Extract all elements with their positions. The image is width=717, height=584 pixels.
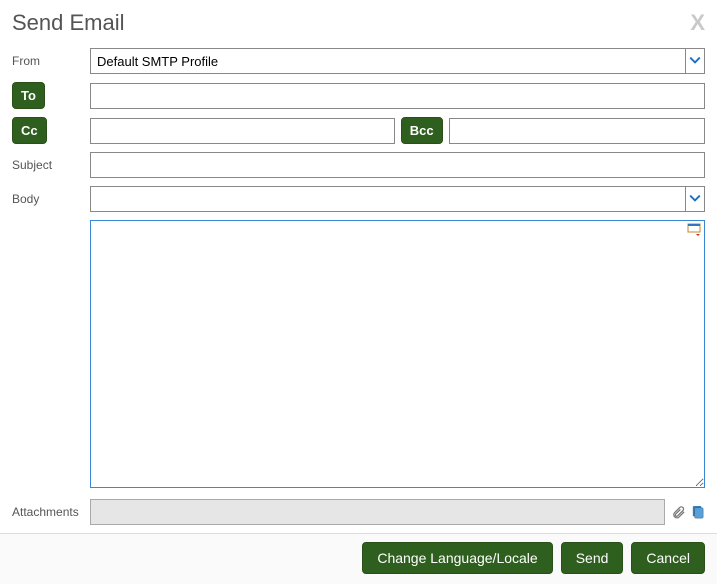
from-label: From <box>12 54 90 68</box>
copy-icon[interactable] <box>690 505 705 520</box>
from-input[interactable] <box>90 48 685 74</box>
body-row: Body <box>12 186 705 212</box>
send-button[interactable]: Send <box>561 542 624 574</box>
subject-row: Subject <box>12 152 705 178</box>
cc-button[interactable]: Cc <box>12 117 47 144</box>
to-row: To <box>12 82 705 109</box>
rich-text-toggle-icon[interactable] <box>687 223 701 237</box>
bcc-button[interactable]: Bcc <box>401 117 443 144</box>
dialog-footer: Change Language/Locale Send Cancel <box>0 533 717 584</box>
close-icon[interactable]: X <box>690 12 705 34</box>
send-email-dialog: Send Email X From To Cc <box>0 0 717 525</box>
bcc-input[interactable] <box>449 118 705 144</box>
attachments-row: Attachments <box>12 499 705 525</box>
body-textarea[interactable] <box>90 220 705 488</box>
to-button[interactable]: To <box>12 82 45 109</box>
cc-row: Cc Bcc <box>12 117 705 144</box>
chevron-down-icon <box>689 192 701 207</box>
from-dropdown-button[interactable] <box>685 48 705 74</box>
attachments-label: Attachments <box>12 505 90 519</box>
cancel-button[interactable]: Cancel <box>631 542 705 574</box>
body-label: Body <box>12 192 90 206</box>
title-row: Send Email X <box>12 10 705 36</box>
to-input[interactable] <box>90 83 705 109</box>
from-row: From <box>12 48 705 74</box>
subject-input[interactable] <box>90 152 705 178</box>
from-select[interactable] <box>90 48 705 74</box>
subject-label: Subject <box>12 158 90 172</box>
body-template-dropdown-button[interactable] <box>685 186 705 212</box>
chevron-down-icon <box>689 54 701 69</box>
attachments-input[interactable] <box>90 499 665 525</box>
body-editor-wrap <box>90 220 705 491</box>
change-language-button[interactable]: Change Language/Locale <box>362 542 552 574</box>
dialog-title: Send Email <box>12 10 690 36</box>
cc-input[interactable] <box>90 118 395 144</box>
body-template-input[interactable] <box>90 186 685 212</box>
paperclip-icon[interactable] <box>671 505 686 520</box>
body-template-select[interactable] <box>90 186 705 212</box>
